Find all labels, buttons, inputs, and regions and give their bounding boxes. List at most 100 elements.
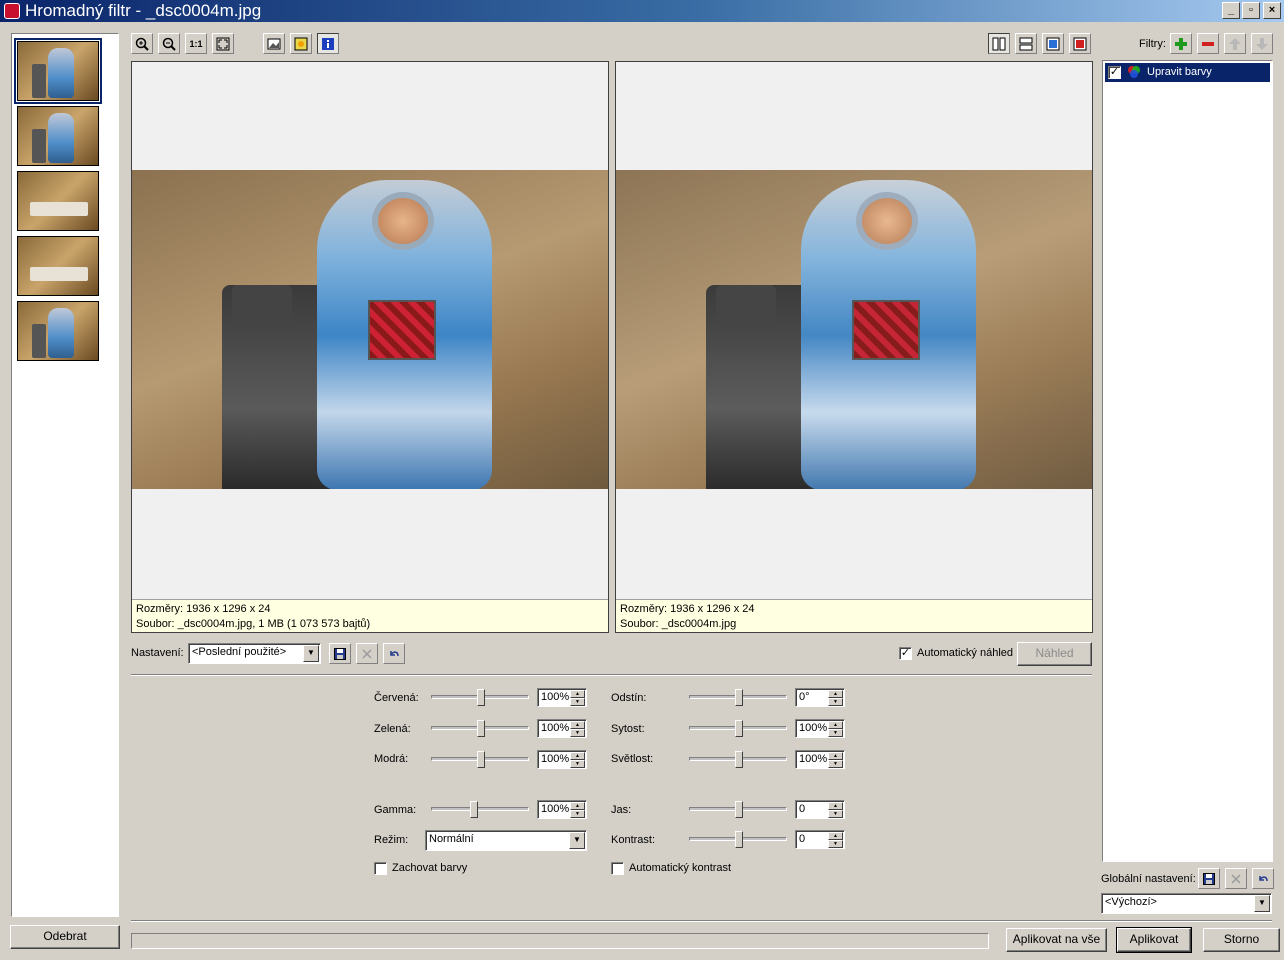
red-value: 100% [541,691,570,703]
picture-icon [267,38,281,49]
blue-value: 100% [541,753,570,765]
contrast-input[interactable]: 0 ▲ ▼ [795,830,845,849]
image-file: Soubor: _dsc0004m.jpg [620,618,737,630]
thumbnail[interactable] [17,236,99,296]
layout-original-button[interactable] [1042,33,1064,54]
delete-settings-button[interactable] [356,643,378,664]
gamma-spinner[interactable]: ▲ ▼ [570,802,585,818]
blue-spinner[interactable]: ▲ ▼ [570,752,585,768]
thumbnail[interactable] [17,41,99,101]
layout-result-button[interactable] [1069,33,1091,54]
settings-label: Nastavení: [131,647,184,659]
sun-icon [294,37,308,50]
filter-list[interactable]: ✓ Upravit barvy [1102,60,1273,862]
remove-button[interactable]: Odebrat [10,925,120,949]
saturation-label: Sytost: [611,723,645,735]
blue-slider-thumb[interactable] [477,751,485,768]
result-preview[interactable]: Rozměry: 1936 x 1296 x 24 Soubor: _dsc00… [615,61,1093,633]
move-up-button[interactable] [1224,33,1246,54]
red-spinner[interactable]: ▲ ▼ [570,690,585,706]
mode-label: Režim: [374,834,409,846]
green-input[interactable]: 100% ▲ ▼ [537,719,587,738]
chevron-down-icon: ▼ [303,645,319,662]
lightness-spinner[interactable]: ▲ ▼ [828,752,843,768]
zoom-fit-button[interactable] [212,33,234,54]
auto-preview-checkbox[interactable]: ✓ [899,647,912,660]
delete-global-button[interactable] [1225,868,1247,889]
image-view-button[interactable] [263,33,285,54]
save-settings-button[interactable] [329,643,351,664]
saturation-slider-thumb[interactable] [735,720,743,737]
original-preview[interactable]: Rozměry: 1936 x 1296 x 24 Soubor: _dsc00… [131,61,609,633]
thumbnail[interactable] [17,171,99,231]
brightness-spinner[interactable]: ▲ ▼ [828,802,843,818]
contrast-slider-thumb[interactable] [735,831,743,848]
brightness-input[interactable]: 0 ▲ ▼ [795,800,845,819]
saturation-spinner[interactable]: ▲ ▼ [828,721,843,737]
lightness-input[interactable]: 100% ▲ ▼ [795,750,845,769]
undo-global-button[interactable] [1252,868,1274,889]
preview-button[interactable]: Náhled [1017,642,1092,666]
window-title: Hromadný filtr - _dsc0004m.jpg [25,1,262,20]
red-slider-thumb[interactable] [477,689,485,706]
arrow-down-icon [1256,37,1268,50]
minimize-button[interactable]: _ [1222,2,1240,19]
brightness-value: 0 [799,803,806,815]
contrast-label: Kontrast: [611,834,656,846]
zoom-in-icon [135,37,149,51]
undo-icon [390,650,399,656]
settings-select[interactable]: <Poslední použité> ▼ [188,643,321,664]
green-spinner[interactable]: ▲ ▼ [570,721,585,737]
info-icon [322,37,334,50]
filter-item[interactable]: ✓ Upravit barvy [1105,63,1270,82]
brightness-label: Jas: [611,804,632,816]
save-global-button[interactable] [1198,868,1220,889]
cancel-button[interactable]: Storno [1203,928,1280,952]
info-button[interactable] [317,33,339,54]
save-icon [334,647,346,660]
layout-side-by-side-button[interactable] [988,33,1010,54]
remove-filter-button[interactable] [1197,33,1219,54]
lightness-label: Světlost: [611,753,654,765]
apply-button[interactable]: Aplikovat [1116,927,1192,953]
hue-slider-thumb[interactable] [735,689,743,706]
progress-bar [131,933,989,949]
lightness-slider-thumb[interactable] [735,751,743,768]
filter-enabled-checkbox[interactable]: ✓ [1108,66,1121,79]
red-input[interactable]: 100% ▲ ▼ [537,688,587,707]
zoom-actual-button[interactable]: 1:1 [185,33,207,54]
close-button[interactable]: × [1263,2,1281,19]
global-settings-label: Globální nastavení: [1101,873,1196,885]
mode-value: Normální [429,833,474,845]
global-settings-select[interactable]: <Výchozí> ▼ [1101,893,1272,914]
contrast-spinner[interactable]: ▲ ▼ [828,832,843,848]
move-down-button[interactable] [1251,33,1273,54]
mode-select[interactable]: Normální ▼ [425,830,587,851]
image-dimensions: Rozměry: 1936 x 1296 x 24 [136,603,271,615]
zoom-in-button[interactable] [131,33,153,54]
auto-contrast-label: Automatický kontrast [629,862,732,874]
green-slider-thumb[interactable] [477,720,485,737]
title-bar[interactable]: Hromadný filtr - _dsc0004m.jpg _ ▫ × [0,0,1284,22]
add-filter-button[interactable] [1170,33,1192,54]
zoom-out-button[interactable] [158,33,180,54]
keep-colors-checkbox[interactable] [374,862,387,875]
saturation-input[interactable]: 100% ▲ ▼ [795,719,845,738]
separator [131,920,1272,922]
thumbnail[interactable] [17,106,99,166]
layout-stacked-button[interactable] [1015,33,1037,54]
thumbnail[interactable] [17,301,99,361]
gamma-input[interactable]: 100% ▲ ▼ [537,800,587,819]
color-wheel-icon [1128,66,1140,78]
brightness-slider-thumb[interactable] [735,801,743,818]
apply-all-button[interactable]: Aplikovat na vše [1006,928,1107,952]
undo-settings-button[interactable] [383,643,405,664]
hue-spinner[interactable]: ▲ ▼ [828,690,843,706]
blue-input[interactable]: 100% ▲ ▼ [537,750,587,769]
restore-button[interactable]: ▫ [1242,2,1260,19]
highlight-button[interactable] [290,33,312,54]
hue-input[interactable]: 0° ▲ ▼ [795,688,845,707]
gamma-slider[interactable] [431,807,529,811]
auto-contrast-checkbox[interactable] [611,862,624,875]
gamma-slider-thumb[interactable] [470,801,478,818]
